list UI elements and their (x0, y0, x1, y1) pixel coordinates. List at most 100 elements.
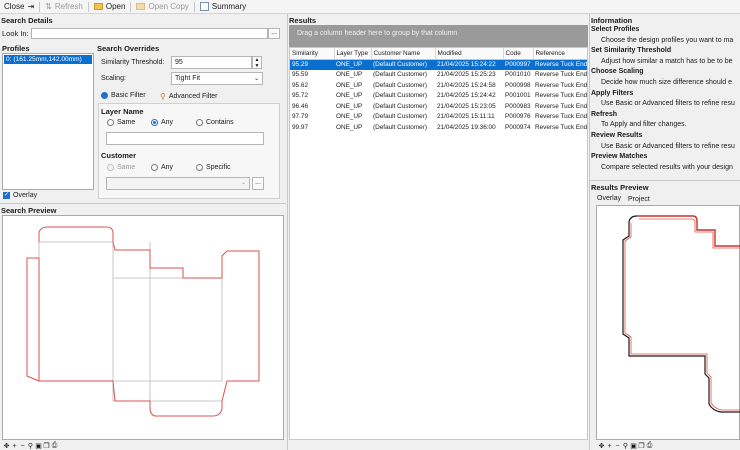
search-preview-title: Search Preview (1, 206, 57, 215)
zoom-icon[interactable]: ⚲ (27, 442, 34, 450)
cell-layer-type: ONE_UP (336, 102, 363, 110)
profiles-list[interactable]: 0: (161.25mm,142.00mm) (2, 53, 94, 190)
column-header-modified[interactable]: Modified (435, 48, 504, 60)
radio-icon (107, 164, 114, 171)
open-button[interactable]: Open (90, 0, 130, 14)
zoom-out-icon[interactable]: − (614, 443, 621, 450)
radio-icon (151, 164, 158, 171)
customer-same-radio[interactable]: Same (107, 164, 135, 171)
results-preview-toolbar: ✥ + − ⚲ ▣ ❐ ⎙ (598, 442, 653, 450)
toolbar-separator (87, 1, 89, 12)
column-header-layer-type[interactable]: Layer Type (334, 48, 372, 60)
group-by-area[interactable]: Drag a column header here to group by th… (289, 25, 588, 47)
layer-contains-input[interactable] (106, 132, 264, 145)
zoom-in-icon[interactable]: + (606, 443, 613, 450)
info-text: Adjust how similar a match has to be to … (601, 57, 733, 65)
layer-contains-radio[interactable]: Contains (196, 119, 234, 126)
results-grid[interactable]: Similarity Layer Type Customer Name Modi… (289, 47, 588, 440)
results-table: Similarity Layer Type Customer Name Modi… (290, 48, 588, 133)
zoom-icon[interactable]: ⚲ (622, 442, 629, 450)
similarity-threshold-input[interactable]: 95 (171, 56, 252, 69)
search-preview-canvas[interactable] (2, 215, 284, 440)
info-heading: Refresh (591, 110, 618, 118)
table-row[interactable]: 99.97 ONE_UP (Default Customer) 21/04/2025 … (290, 122, 587, 133)
close-button[interactable]: Close ⇥ (0, 0, 38, 14)
results-preview-title: Results Preview (591, 183, 649, 192)
table-row[interactable]: 95.62 ONE_UP (Default Customer) 21/04/2025 … (290, 80, 587, 91)
table-row[interactable]: 95.72 ONE_UP (Default Customer) 21/04/2025 … (290, 91, 587, 102)
dieline-preview (26, 226, 260, 417)
cell-customer: (Default Customer) (373, 81, 427, 89)
cell-similarity: 97.79 (292, 113, 308, 121)
pan-icon[interactable]: ✥ (3, 442, 10, 450)
zoom-fit-icon[interactable]: ▣ (630, 442, 637, 450)
folder-copy-icon (136, 3, 146, 10)
overlay-checkbox[interactable]: ✓ Overlay (3, 192, 37, 199)
column-header-reference[interactable]: Reference (533, 48, 587, 60)
zoom-out-icon[interactable]: − (19, 443, 26, 450)
cell-modified: 21/04/2025 19:36:00 (437, 123, 496, 131)
table-row[interactable]: 95.59 ONE_UP (Default Customer) 21/04/2025 … (290, 70, 587, 81)
tab-project[interactable]: Project (628, 196, 650, 203)
zoom-in-icon[interactable]: + (11, 443, 18, 450)
spin-down-icon[interactable]: ▼ (253, 63, 261, 69)
tab-advanced-filter[interactable]: ⚲ Advanced Filter (160, 92, 218, 101)
chevron-down-icon: ⌄ (253, 76, 259, 82)
pan-icon[interactable]: ✥ (598, 442, 605, 450)
print-icon[interactable]: ⎙ (646, 442, 653, 450)
info-text: Use Basic or Advanced filters to refine … (601, 100, 735, 108)
customer-any-label: Any (161, 164, 174, 171)
look-in-field[interactable] (31, 28, 268, 39)
checkbox-checked-icon: ✓ (3, 192, 10, 199)
profiles-label: Profiles (2, 44, 30, 53)
open-copy-button[interactable]: Open Copy (132, 0, 192, 14)
layer-any-radio[interactable]: Any (151, 119, 173, 126)
copy-icon[interactable]: ❐ (638, 442, 645, 450)
tab-basic-filter[interactable]: Basic Filter (101, 92, 146, 99)
cell-modified: 21/04/2025 15:25:23 (437, 71, 496, 79)
tab-overlay[interactable]: Overlay (597, 195, 621, 202)
tab-basic-filter-label: Basic Filter (111, 92, 146, 99)
layer-same-radio[interactable]: Same (107, 119, 135, 126)
cell-code: P001001 (505, 92, 531, 100)
column-header-customer-name[interactable]: Customer Name (371, 48, 436, 60)
customer-any-radio[interactable]: Any (151, 164, 173, 171)
customer-specific-radio[interactable]: Specific (196, 164, 231, 171)
cell-modified: 21/04/2025 15:24:42 (437, 92, 496, 100)
refresh-button[interactable]: ⇅ Refresh (41, 0, 87, 14)
table-row[interactable]: 95.29 ONE_UP (Default Customer) 21/04/2025 … (290, 59, 587, 70)
cell-code: P000974 (505, 123, 531, 131)
splitter[interactable] (287, 14, 288, 450)
column-header-code[interactable]: Code (503, 48, 534, 60)
splitter[interactable] (589, 14, 590, 450)
look-in-label: Look In: (2, 29, 29, 38)
print-icon[interactable]: ⎙ (51, 442, 58, 450)
customer-browse-button[interactable]: ... (252, 177, 264, 190)
info-text: To Apply and filter changes. (601, 121, 687, 129)
folder-icon (93, 3, 103, 10)
cell-customer: (Default Customer) (373, 71, 427, 79)
similarity-threshold-spinner[interactable]: ▲ ▼ (252, 56, 262, 69)
info-text: Compare selected results with your desig… (601, 163, 733, 171)
zoom-fit-icon[interactable]: ▣ (35, 442, 42, 450)
column-header-similarity[interactable]: Similarity (290, 48, 335, 60)
summary-button[interactable]: Summary (196, 0, 250, 14)
cell-modified: 21/04/2025 15:11:11 (437, 113, 495, 121)
table-row[interactable]: 96.46 ONE_UP (Default Customer) 21/04/2025 … (290, 101, 587, 112)
results-header-row: Similarity Layer Type Customer Name Modi… (290, 48, 587, 60)
results-preview-canvas[interactable] (596, 205, 740, 440)
cell-similarity: 99.97 (292, 123, 308, 131)
pin-filter-icon (101, 92, 108, 99)
customer-title: Customer (101, 151, 137, 160)
cell-reference: Reverse Tuck End (535, 113, 588, 121)
customer-select[interactable]: ⌄ (106, 177, 250, 190)
profile-item[interactable]: 0: (161.25mm,142.00mm) (4, 55, 92, 64)
cell-code: P000997 (503, 59, 533, 70)
scaling-select[interactable]: Tight Fit ⌄ (171, 72, 263, 85)
cell-similarity: 95.59 (292, 71, 308, 79)
look-in-browse-button[interactable]: ... (268, 28, 280, 39)
copy-icon[interactable]: ❐ (43, 442, 50, 450)
info-heading: Review Results (591, 131, 643, 139)
layer-same-label: Same (117, 119, 136, 126)
table-row[interactable]: 97.79 ONE_UP (Default Customer) 21/04/2025 … (290, 112, 588, 123)
